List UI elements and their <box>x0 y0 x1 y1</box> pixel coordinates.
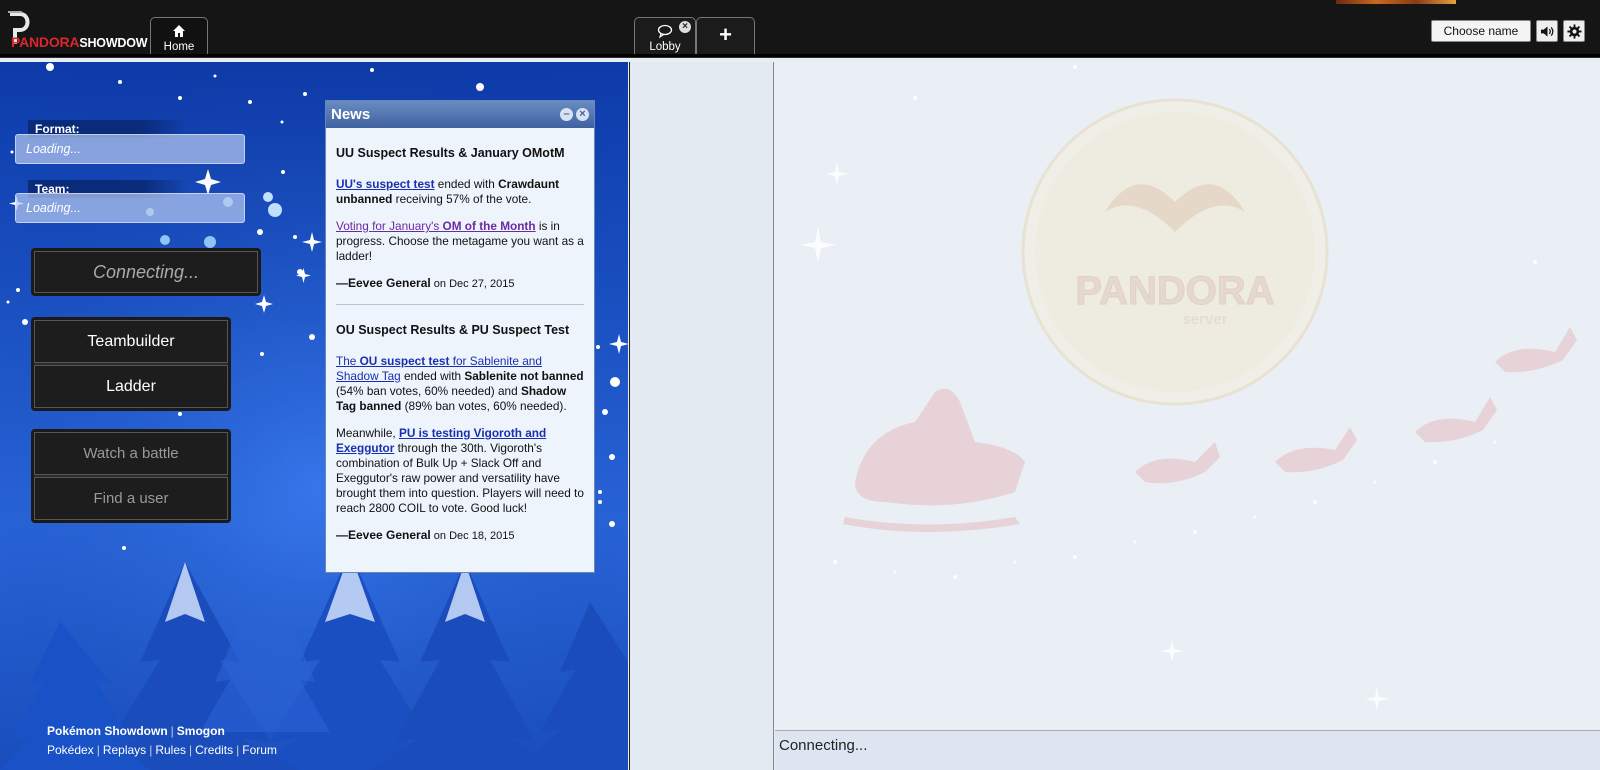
format-select[interactable]: Loading... <box>15 134 245 164</box>
link-text: Voting for January's <box>336 219 443 233</box>
news-text: (89% ban votes, 60% needed). <box>401 399 567 413</box>
footer-separator: | <box>96 743 100 757</box>
news-date: on Dec 18, 2015 <box>430 530 515 542</box>
tab-home[interactable]: Home <box>150 17 208 54</box>
news-header: News – × <box>326 101 594 128</box>
gear-icon <box>1566 23 1582 39</box>
footer-link-pokedex[interactable]: Pokédex <box>47 743 94 757</box>
find-user-button[interactable]: Find a user <box>34 477 228 520</box>
footer-separator: | <box>236 743 240 757</box>
news-text: Meanwhile, <box>336 426 399 440</box>
chat-bubble-icon <box>657 24 673 39</box>
footer-row-2: Pokédex | Replays | Rules | Credits | Forum <box>47 741 277 760</box>
link-bold-text: OM of the Month <box>442 219 536 233</box>
chat-status-bar: Connecting... <box>775 730 1600 770</box>
connection-status: Connecting... <box>779 737 868 754</box>
footer-separator: | <box>189 743 193 757</box>
watch-find-group: Watch a battle Find a user <box>31 429 231 523</box>
news-signature: —Eevee General on Dec 27, 2015 <box>336 276 584 292</box>
site-logo[interactable]: PANDORASHOWDOW <box>8 8 152 50</box>
uu-suspect-link[interactable]: UU's suspect test <box>336 177 435 191</box>
news-author: —Eevee General <box>336 276 431 290</box>
footer-link-showdown[interactable]: Pokémon Showdown <box>47 724 168 738</box>
news-text: receiving 57% of the vote. <box>392 192 532 206</box>
settings-button[interactable] <box>1563 20 1585 42</box>
chat-background: PANDORA server <box>800 65 1577 711</box>
watermark-subtitle: server <box>1182 311 1227 328</box>
news-paragraph: Voting for January's OM of the Month is … <box>336 219 584 264</box>
news-paragraph: UU's suspect test ended with Crawdaunt u… <box>336 177 584 207</box>
footer-link-credits[interactable]: Credits <box>195 743 233 757</box>
choose-name-button[interactable]: Choose name <box>1431 20 1531 42</box>
footer-link-rules[interactable]: Rules <box>155 743 186 757</box>
plus-icon: + <box>719 22 732 47</box>
link-text: The <box>336 354 360 368</box>
close-icon[interactable]: × <box>679 21 691 33</box>
logo-text-red: PANDORA <box>11 34 80 50</box>
footer-separator: | <box>149 743 153 757</box>
connecting-button[interactable]: Connecting... <box>34 251 258 293</box>
news-text: ended with <box>434 177 499 191</box>
volume-button[interactable] <box>1536 20 1558 42</box>
news-paragraph: The OU suspect test for Sablenite and Sh… <box>336 354 584 414</box>
footer-row-1: Pokémon Showdown | Smogon <box>47 722 277 741</box>
news-signature: —Eevee General on Dec 18, 2015 <box>336 528 584 544</box>
ladder-button[interactable]: Ladder <box>34 365 228 408</box>
news-title: News <box>331 106 371 123</box>
new-tab-button[interactable]: + <box>696 17 755 54</box>
news-text: ended with <box>400 369 465 383</box>
battle-button-group: Connecting... <box>31 248 261 296</box>
team-select[interactable]: Loading... <box>15 193 245 223</box>
news-bold-text: Sablenite not banned <box>464 369 584 383</box>
teambuilder-button[interactable]: Teambuilder <box>34 320 228 363</box>
logo-text: PANDORASHOWDOW <box>11 34 148 50</box>
news-paragraph: Meanwhile, PU is testing Vigoroth and Ex… <box>336 426 584 516</box>
footer-separator: | <box>170 724 174 738</box>
tab-lobby[interactable]: Lobby × <box>634 17 696 54</box>
tab-home-label: Home <box>163 41 195 53</box>
news-item: OU Suspect Results & PU Suspect Test The… <box>336 305 584 556</box>
news-item-title: UU Suspect Results & January OMotM <box>336 146 565 160</box>
volume-icon <box>1540 25 1553 37</box>
news-item-title: OU Suspect Results & PU Suspect Test <box>336 323 570 337</box>
header-decoration <box>1336 0 1456 4</box>
header-bar: PANDORASHOWDOW Home Lobby × + Choose nam… <box>0 0 1600 58</box>
footer-link-forum[interactable]: Forum <box>242 743 277 757</box>
minimize-icon[interactable]: – <box>560 108 573 121</box>
news-body: UU Suspect Results & January OMotM UU's … <box>326 128 594 556</box>
news-author: —Eevee General <box>336 528 431 542</box>
close-icon[interactable]: × <box>576 108 589 121</box>
news-date: on Dec 27, 2015 <box>430 278 515 290</box>
watch-battle-button[interactable]: Watch a battle <box>34 432 228 475</box>
news-text: (54% ban votes, 60% needed) and <box>336 384 521 398</box>
footer-links: Pokémon Showdown | Smogon Pokédex | Replays |… <box>47 722 277 760</box>
teambuilder-ladder-group: Teambuilder Ladder <box>31 317 231 411</box>
lobby-chat-area: PANDORA server <box>775 62 1600 730</box>
tab-lobby-label: Lobby <box>649 41 681 53</box>
om-voting-link[interactable]: Voting for January's OM of the Month <box>336 219 536 233</box>
link-bold-text: OU suspect test <box>359 354 450 368</box>
logo-text-white: SHOWDOW <box>79 36 148 50</box>
news-panel: News – × UU Suspect Results & January OM… <box>325 100 595 573</box>
news-item: UU Suspect Results & January OMotM UU's … <box>336 128 584 305</box>
footer-link-smogon[interactable]: Smogon <box>177 724 225 738</box>
watermark-title: PANDORA <box>1075 269 1274 313</box>
lobby-userlist <box>629 62 774 770</box>
footer-link-replays[interactable]: Replays <box>103 743 146 757</box>
home-icon <box>173 25 185 37</box>
